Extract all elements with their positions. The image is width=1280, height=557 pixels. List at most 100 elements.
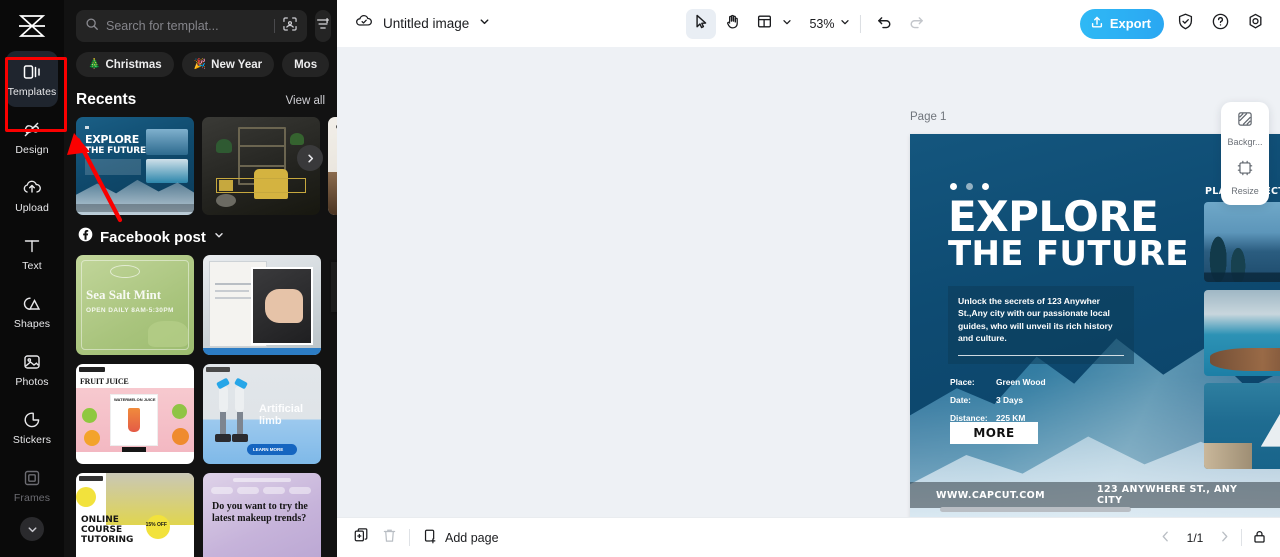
chip-most-popular[interactable]: Mos [282, 52, 330, 77]
page-label: Page 1 [910, 111, 947, 123]
expand-rail-button[interactable] [20, 517, 44, 541]
capcut-logo-icon[interactable] [12, 9, 52, 43]
sidebar-item-label: Upload [15, 201, 49, 214]
recents-next-button[interactable] [297, 145, 323, 171]
add-page-icon [421, 528, 438, 548]
footer-website: WWW.CAPCUT.COM [936, 489, 1045, 501]
meta-key: Place: [950, 377, 975, 387]
redo-icon [908, 13, 925, 35]
panel-collapse-button[interactable] [331, 262, 337, 312]
template-card-makeup-trends[interactable]: Do you want to try the latest makeup tre… [203, 473, 321, 557]
canvas-stage[interactable]: Page 1 EXPLORE THE FUTURE Unlock the sec… [337, 47, 1280, 517]
zoom-chevron-down-icon[interactable] [839, 15, 851, 33]
panel-search-row [64, 0, 337, 42]
filter-button[interactable] [315, 10, 331, 42]
photo-burj-al-arab[interactable] [1204, 383, 1280, 469]
export-upload-icon [1090, 15, 1104, 32]
hand-tool-button[interactable] [717, 9, 747, 39]
add-page-button[interactable]: Add page [421, 528, 499, 548]
capcut-editor-window: Templates Design Upload Text Shapes Phot… [0, 0, 1280, 557]
chevron-down-icon[interactable] [213, 228, 225, 246]
search-input-wrapper[interactable] [76, 10, 307, 42]
bottombar-divider [409, 529, 410, 546]
recents-header: Recents View all [64, 77, 337, 117]
text-icon [21, 235, 43, 257]
settings-button[interactable] [1241, 10, 1269, 38]
document-menu-chevron-down-icon[interactable] [478, 15, 491, 33]
footer-address: 123 ANYWHERE ST., ANY CITY [1097, 484, 1238, 506]
cloud-saved-icon[interactable] [354, 11, 374, 36]
lock-button[interactable] [1251, 528, 1268, 548]
sidebar-item-stickers[interactable]: Stickers [6, 399, 58, 455]
template-card-hand-book[interactable] [203, 255, 321, 355]
design-cta-button[interactable]: MORE [950, 422, 1038, 444]
facebook-post-header[interactable]: Facebook post [64, 215, 337, 255]
chip-new-year[interactable]: 🎉 New Year [181, 52, 275, 77]
layout-tool-button[interactable] [749, 9, 792, 39]
zoom-control[interactable]: 53% [803, 15, 850, 33]
photo-lake-pier[interactable] [1204, 290, 1280, 376]
left-tool-rail: Templates Design Upload Text Shapes Phot… [0, 0, 64, 557]
document-title[interactable]: Untitled image [383, 16, 469, 31]
card-cta: LEARN MORE [253, 447, 284, 452]
add-page-label: Add page [445, 530, 499, 545]
chip-label: Christmas [105, 58, 162, 71]
template-card-fruit-juice[interactable]: FRUIT JUICE WATERMELON JUICE [76, 364, 194, 464]
sidebar-item-shapes[interactable]: Shapes [6, 283, 58, 339]
image-search-icon[interactable] [282, 16, 298, 37]
card-title: Artificial limb [259, 403, 304, 427]
topbar-center-tools: 53% [685, 8, 932, 39]
cursor-icon [692, 13, 709, 35]
sidebar-item-photos[interactable]: Photos [6, 341, 58, 397]
sidebar-item-text[interactable]: Text [6, 225, 58, 281]
floating-tool-card: Backgr... Resize [1221, 102, 1269, 205]
recents-view-all-link[interactable]: View all [286, 95, 325, 107]
sidebar-item-upload[interactable]: Upload [6, 167, 58, 223]
background-tool-label: Backgr... [1227, 137, 1263, 147]
shield-check-button[interactable] [1171, 10, 1199, 38]
sidebar-item-design[interactable]: Design [6, 109, 58, 165]
layout-chevron-down-icon[interactable] [780, 15, 792, 33]
design-heading-line2: THE FUTURE [948, 234, 1189, 274]
topbar-right-actions: Export [1079, 8, 1269, 39]
horizontal-scrollbar[interactable] [940, 507, 1131, 512]
chip-christmas[interactable]: 🎄 Christmas [76, 52, 174, 77]
photo-snowy-forest[interactable] [1204, 202, 1280, 282]
next-page-button[interactable] [1217, 529, 1232, 547]
search-input[interactable] [106, 19, 267, 33]
redo-button[interactable] [902, 9, 932, 39]
template-card-online-course[interactable]: ONLINE COURSE TUTORING 15% OFF [76, 473, 194, 557]
confetti-icon: 🎉 [193, 59, 207, 70]
hand-icon [724, 13, 741, 35]
trash-icon[interactable] [381, 527, 398, 549]
card-title: FRUIT JUICE [80, 377, 129, 386]
sidebar-item-templates[interactable]: Templates [6, 51, 58, 107]
filter-icon [315, 16, 331, 37]
layout-icon-wrapper[interactable] [749, 9, 779, 39]
background-tool[interactable]: Backgr... [1221, 110, 1269, 147]
recent-card-conquer[interactable]: Conquer with Our [328, 117, 337, 215]
christmas-tree-icon: 🎄 [88, 59, 101, 70]
duplicate-icon[interactable] [353, 527, 370, 549]
prev-page-button[interactable] [1158, 529, 1173, 547]
photos-icon [21, 351, 43, 373]
design-body-text: Unlock the secrets of 123 Anywher St.,An… [958, 296, 1113, 344]
upload-icon [21, 177, 43, 199]
sidebar-item-frames[interactable]: Frames [6, 457, 58, 513]
template-card-artificial-limb[interactable]: Artificial limb LEARN MORE [203, 364, 321, 464]
zoom-value: 53% [809, 16, 835, 31]
help-button[interactable] [1206, 10, 1234, 38]
search-icon [85, 17, 99, 36]
resize-tool[interactable]: Resize [1221, 159, 1269, 196]
template-card-sea-salt-mint[interactable]: Sea Salt Mint OPEN DAILY 8AM-5:30PM [76, 255, 194, 355]
meta-row: Place: Green Wood [950, 377, 1046, 387]
recent-card-title1: EXPLORE [85, 133, 139, 146]
export-button[interactable]: Export [1079, 8, 1164, 39]
sidebar-item-label: Text [22, 259, 42, 272]
card-title: ONLINE COURSE TUTORING [81, 515, 134, 546]
select-tool-button[interactable] [685, 8, 716, 39]
decorative-dots [950, 183, 989, 190]
undo-button[interactable] [870, 9, 900, 39]
recent-card-explore[interactable]: EXPLORE THE FUTURE [76, 117, 194, 215]
card-title: Do you want to try the latest makeup tre… [212, 501, 308, 524]
